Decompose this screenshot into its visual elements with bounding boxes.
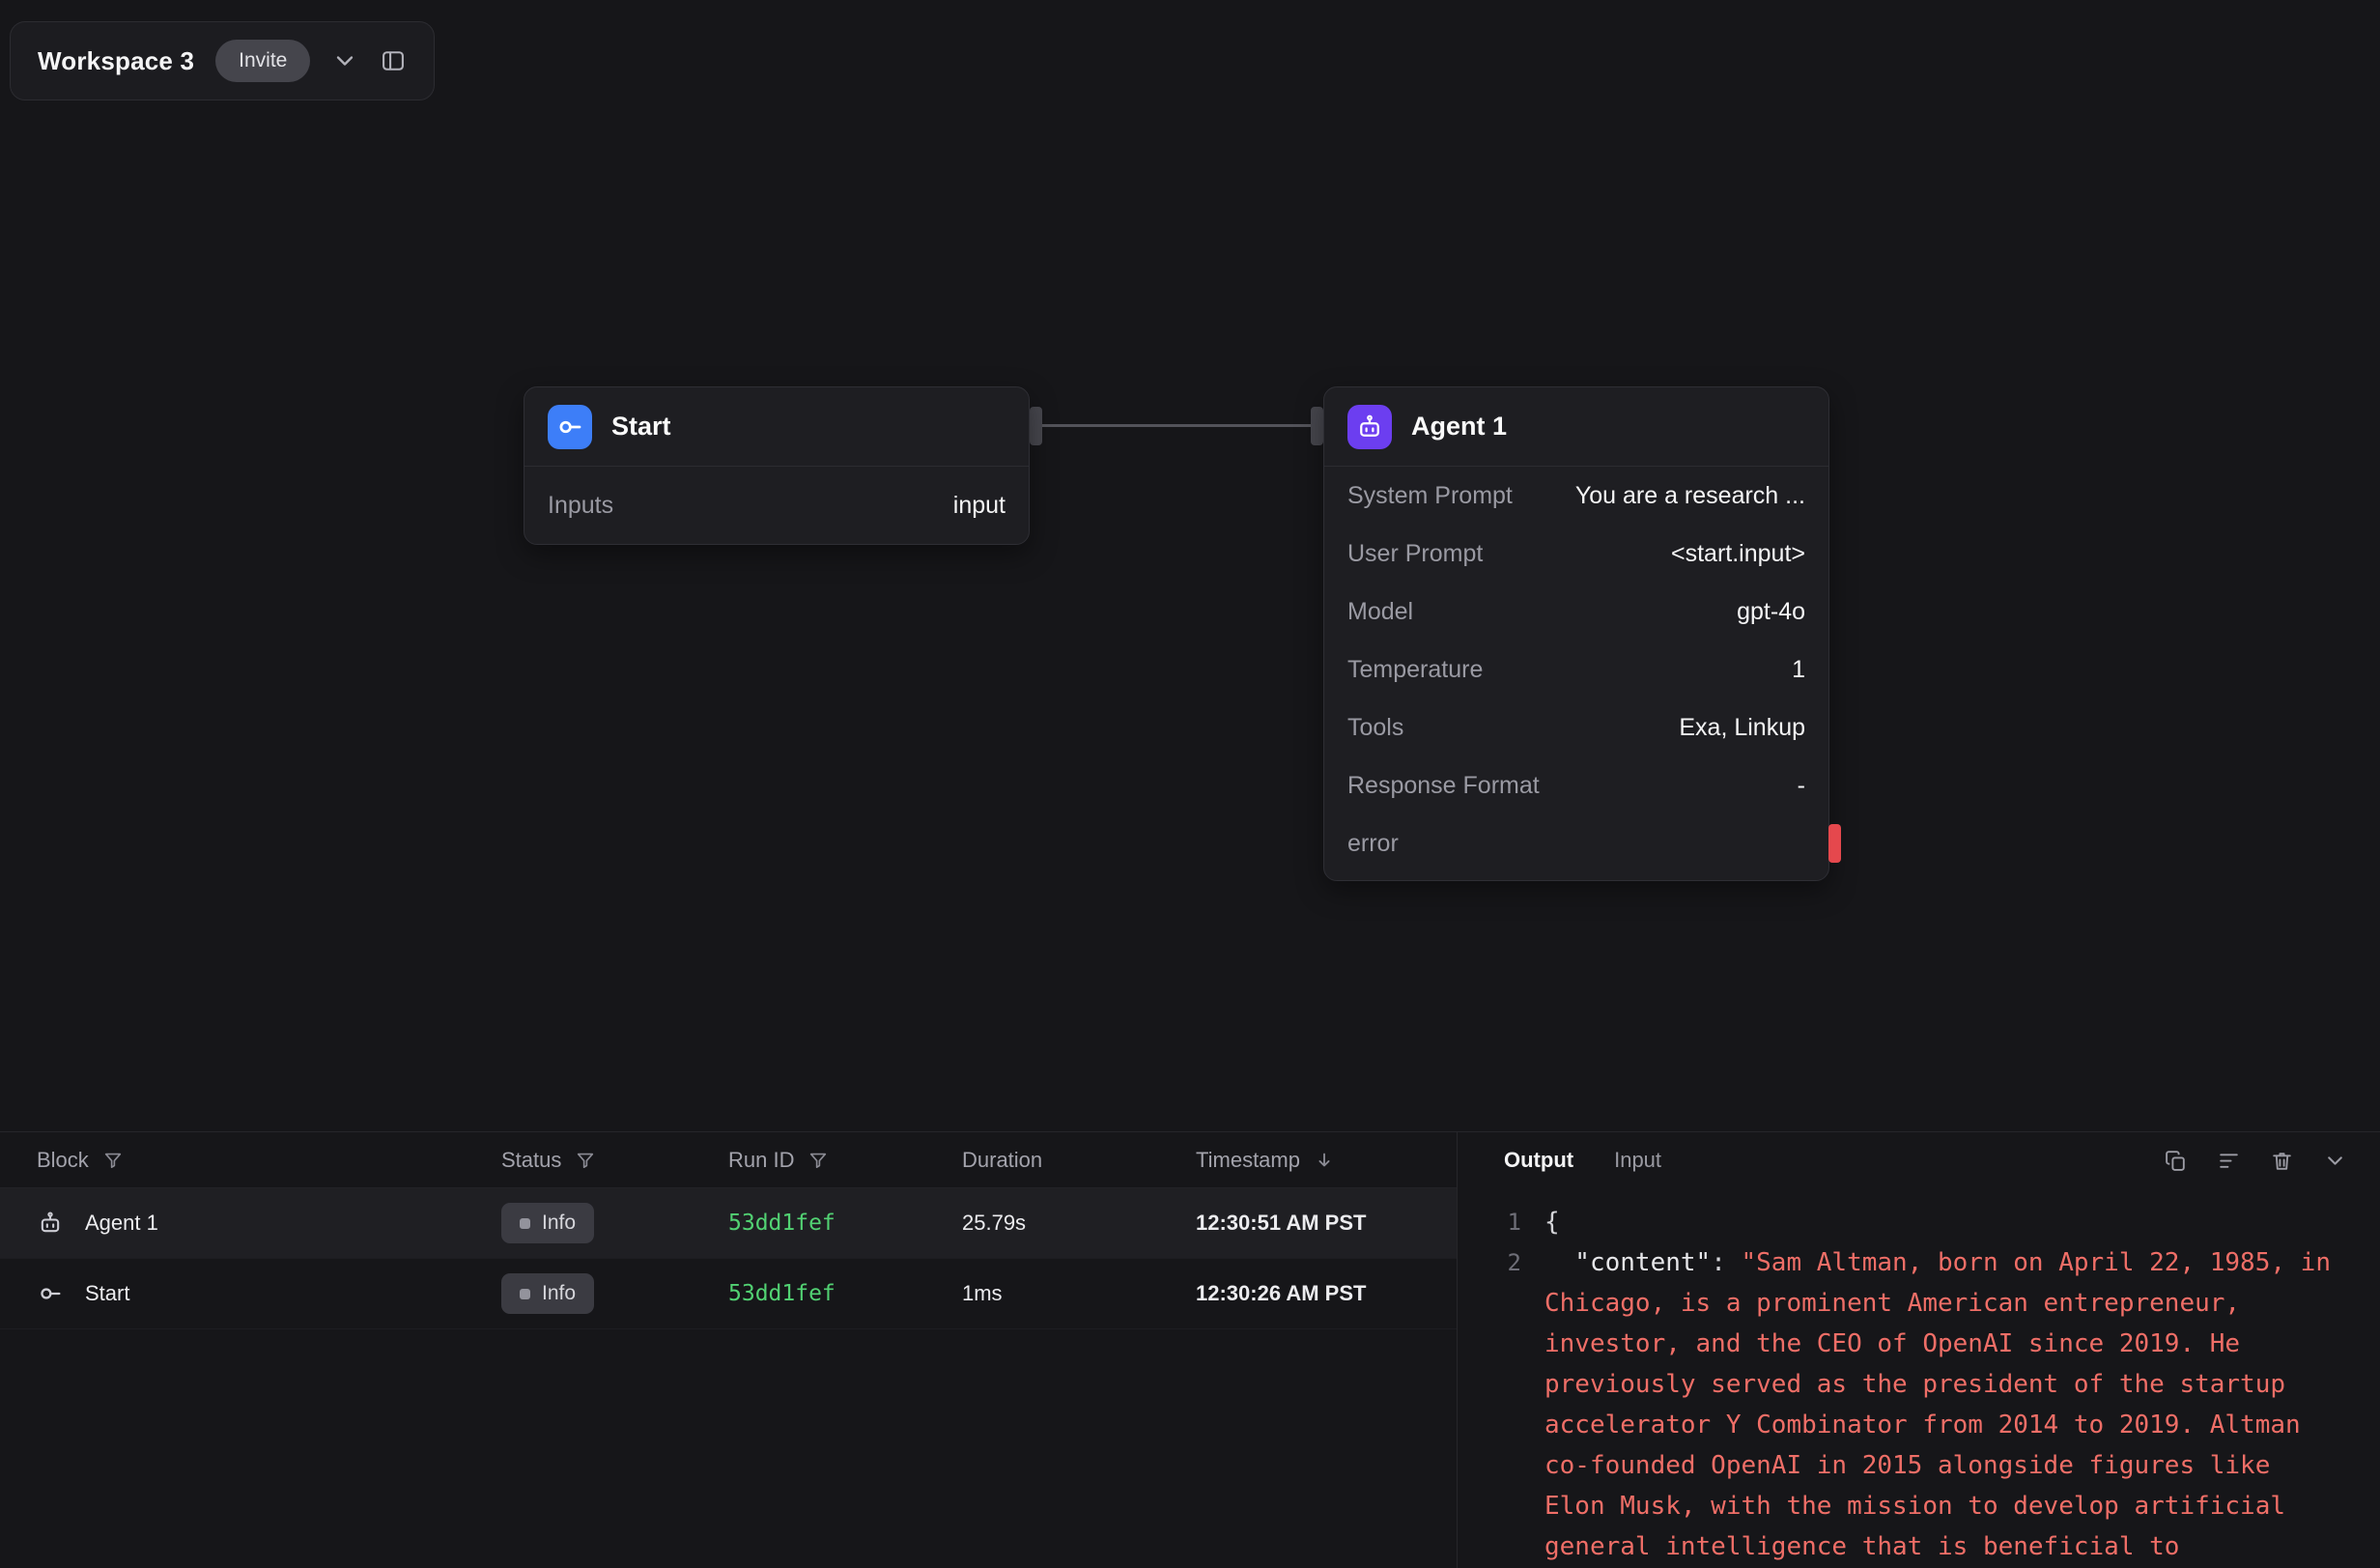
key-icon <box>37 1280 64 1307</box>
table-row-start[interactable]: Start Info 53dd1fef 1ms 12:30:26 AM PST <box>0 1259 1457 1329</box>
agent-row-error[interactable]: error <box>1324 814 1828 872</box>
row-value: 1 <box>1792 656 1805 684</box>
tab-output[interactable]: Output <box>1504 1148 1573 1173</box>
code-body: { "content": "Sam Altman, born on April … <box>1544 1202 2341 1568</box>
connection-edge <box>1039 424 1314 427</box>
column-label: Block <box>37 1148 89 1173</box>
sort-desc-icon[interactable] <box>1314 1150 1335 1171</box>
timestamp: 12:30:26 AM PST <box>1196 1281 1457 1306</box>
run-id[interactable]: 53dd1fef <box>728 1211 962 1236</box>
run-id[interactable]: 53dd1fef <box>728 1281 962 1306</box>
column-label: Timestamp <box>1196 1148 1300 1173</box>
invite-button[interactable]: Invite <box>215 40 310 82</box>
table-row-agent[interactable]: Agent 1 Info 53dd1fef 25.79s 12:30:51 AM… <box>0 1188 1457 1259</box>
row-label: Tools <box>1347 714 1403 742</box>
start-node-header[interactable]: Start <box>524 387 1029 467</box>
row-label: Response Format <box>1347 772 1540 800</box>
json-key: "content" <box>1574 1248 1711 1277</box>
agent-row-model[interactable]: Model gpt-4o <box>1324 583 1828 641</box>
robot-icon <box>37 1210 64 1237</box>
output-json-view[interactable]: 1 2 { "content": "Sam Altman, born on Ap… <box>1458 1188 2380 1568</box>
start-node[interactable]: Start Inputs input <box>524 386 1030 545</box>
agent-node[interactable]: Agent 1 System Prompt You are a research… <box>1323 386 1829 881</box>
agent-node-header[interactable]: Agent 1 <box>1324 387 1828 467</box>
filter-icon[interactable] <box>808 1150 829 1171</box>
row-label: Inputs <box>548 492 613 520</box>
start-node-title: Start <box>611 412 671 442</box>
line-number-gutter: 1 2 <box>1483 1202 1521 1568</box>
start-key-icon <box>548 405 592 449</box>
code-line-2: "content": "Sam Altman, born on April 22… <box>1544 1242 2341 1567</box>
status-cell: Info <box>501 1203 728 1243</box>
status-dot-icon <box>520 1289 530 1299</box>
block-name: Start <box>85 1281 129 1306</box>
code-line-1: { <box>1544 1202 2341 1242</box>
line-number: 2 <box>1483 1242 1521 1283</box>
agent-node-title: Agent 1 <box>1411 412 1507 442</box>
row-value: gpt-4o <box>1737 598 1805 626</box>
agent-row-user-prompt[interactable]: User Prompt <start.input> <box>1324 525 1828 583</box>
agent-error-port[interactable] <box>1828 824 1841 863</box>
row-value: Exa, Linkup <box>1679 714 1805 742</box>
column-label: Status <box>501 1148 561 1173</box>
duration: 25.79s <box>962 1211 1196 1236</box>
json-separator: : <box>1711 1248 1741 1277</box>
row-label: error <box>1347 830 1399 858</box>
agent-input-port[interactable] <box>1311 407 1323 445</box>
timestamp: 12:30:51 AM PST <box>1196 1211 1457 1236</box>
json-string-value: "Sam Altman, born on April 22, 1985, in … <box>1544 1248 2346 1561</box>
block-name: Agent 1 <box>85 1211 158 1236</box>
filter-icon[interactable] <box>575 1150 596 1171</box>
column-label: Duration <box>962 1148 1042 1173</box>
run-table: Block Status Run ID Duration Timestamp <box>0 1132 1458 1568</box>
status-label: Info <box>542 1282 576 1305</box>
column-block: Block <box>37 1148 501 1173</box>
line-number: 1 <box>1483 1202 1521 1242</box>
bottom-panel: Block Status Run ID Duration Timestamp <box>0 1131 2380 1568</box>
agent-row-tools[interactable]: Tools Exa, Linkup <box>1324 698 1828 756</box>
copy-icon[interactable] <box>2164 1149 2188 1173</box>
start-output-port[interactable] <box>1030 407 1042 445</box>
start-row-inputs[interactable]: Inputs input <box>524 467 1029 544</box>
row-label: Temperature <box>1347 656 1483 684</box>
row-value: - <box>1798 772 1805 800</box>
agent-row-response-format[interactable]: Response Format - <box>1324 756 1828 814</box>
table-header: Block Status Run ID Duration Timestamp <box>0 1132 1457 1188</box>
trash-icon[interactable] <box>2270 1149 2294 1173</box>
workspace-title[interactable]: Workspace 3 <box>38 46 194 76</box>
chevron-down-icon[interactable] <box>331 47 358 74</box>
row-value: <start.input> <box>1671 540 1805 568</box>
filter-icon[interactable] <box>102 1150 124 1171</box>
sidebar-toggle-icon[interactable] <box>380 47 407 74</box>
text-lines-icon[interactable] <box>2217 1149 2241 1173</box>
row-label: Model <box>1347 598 1413 626</box>
block-cell: Agent 1 <box>37 1210 501 1237</box>
column-duration: Duration <box>962 1148 1196 1173</box>
output-panel: Output Input 1 2 <box>1458 1132 2380 1568</box>
robot-icon <box>1347 405 1392 449</box>
chevron-down-icon[interactable] <box>2323 1149 2347 1173</box>
block-cell: Start <box>37 1280 501 1307</box>
agent-row-temperature[interactable]: Temperature 1 <box>1324 641 1828 698</box>
status-badge[interactable]: Info <box>501 1203 594 1243</box>
column-label: Run ID <box>728 1148 794 1173</box>
row-label: User Prompt <box>1347 540 1483 568</box>
tab-input[interactable]: Input <box>1614 1148 1661 1173</box>
workspace-bar: Workspace 3 Invite <box>10 21 435 100</box>
row-value: input <box>953 492 1006 520</box>
column-timestamp: Timestamp <box>1196 1148 1457 1173</box>
output-panel-header: Output Input <box>1458 1132 2380 1188</box>
status-dot-icon <box>520 1218 530 1229</box>
row-value: You are a research ... <box>1575 482 1805 510</box>
agent-row-system-prompt[interactable]: System Prompt You are a research ... <box>1324 467 1828 525</box>
status-label: Info <box>542 1212 576 1235</box>
column-run-id: Run ID <box>728 1148 962 1173</box>
duration: 1ms <box>962 1281 1196 1306</box>
status-badge[interactable]: Info <box>501 1273 594 1314</box>
column-status: Status <box>501 1148 728 1173</box>
row-label: System Prompt <box>1347 482 1513 510</box>
status-cell: Info <box>501 1273 728 1314</box>
output-toolbar <box>2164 1149 2347 1173</box>
